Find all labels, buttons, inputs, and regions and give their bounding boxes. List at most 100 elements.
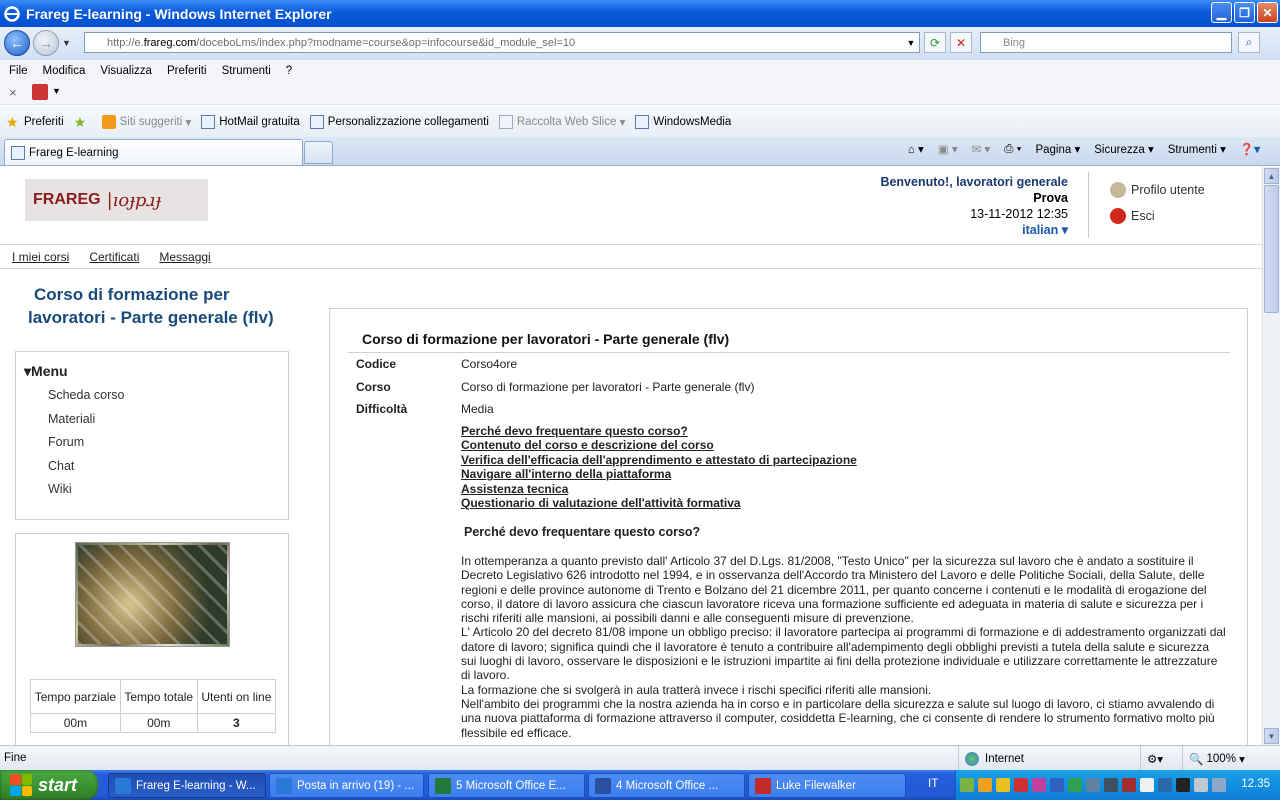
close-toolbar-icon[interactable]: × [9,85,17,100]
task-posta[interactable]: Posta in arrivo (19) - ... [269,773,424,798]
search-icon[interactable]: ⌕ [1238,32,1260,53]
web-page: FRAREG |ıoɟpɹɟ Benvenuto!, lavoratori ge… [0,167,1262,745]
search-input[interactable]: Bing [980,32,1232,53]
add-favorite-button[interactable]: ★ [74,115,92,129]
addon-icon[interactable] [32,84,48,100]
network-icon[interactable] [1050,778,1064,792]
vertical-scrollbar[interactable]: ▲ ▼ [1262,167,1280,745]
tray-icon[interactable] [1104,778,1118,792]
menu-item-chat[interactable]: Chat [48,459,74,473]
tray-icon[interactable] [960,778,974,792]
tray-icon[interactable] [1176,778,1190,792]
maximize-button[interactable]: ❐ [1234,2,1255,23]
task-excel[interactable]: 5 Microsoft Office E... [428,773,585,798]
task-word[interactable]: 4 Microsoft Office ... [588,773,745,798]
print-icon[interactable]: ⎙ ▾ [1004,143,1021,156]
menu-preferiti[interactable]: Preferiti [167,65,207,77]
language-selector[interactable]: italian ▾ [840,222,1068,238]
language-indicator[interactable]: IT [928,778,938,790]
user-links: Profilo utente Esci [1110,177,1205,229]
link-perche[interactable]: Perché devo frequentare questo corso? [461,424,857,438]
menu-item-scheda-corso[interactable]: Scheda corso [48,388,124,402]
course-menu: ▾Menu Scheda corso Materiali Forum Chat … [15,351,289,520]
tray-icon[interactable] [1086,778,1100,792]
fav-suggested-sites[interactable]: Siti suggeriti ▾ [101,114,191,129]
forward-button[interactable]: → [33,30,59,56]
stat-header: Utenti on line [196,679,277,714]
logout-link[interactable]: Esci [1110,203,1205,229]
tray-icon[interactable] [1014,778,1028,792]
ie-page-icon [11,145,25,160]
window-title-bar[interactable]: Frareg E-learning - Windows Internet Exp… [0,0,1280,27]
tools-menu[interactable]: Strumenti ▾ [1168,142,1226,156]
menu-item-materiali[interactable]: Materiali [48,412,95,426]
scroll-down-icon[interactable]: ▼ [1264,728,1279,744]
fav-hotmail[interactable]: HotMail gratuita [201,114,300,129]
frareg-logo[interactable]: FRAREG |ıoɟpɹɟ [25,179,208,221]
home-icon[interactable]: ⌂ ▾ [908,142,924,156]
clock[interactable]: 12.35 [1241,778,1270,790]
stop-icon[interactable]: ✕ [950,32,972,53]
field-key: Codice [356,357,397,371]
back-button[interactable]: ← [4,30,30,56]
favorites-button[interactable]: ★ Preferiti [6,115,64,129]
favorites-label: Preferiti [24,115,64,128]
tray-icon[interactable] [978,778,992,792]
security-menu[interactable]: Sicurezza ▾ [1094,142,1153,156]
tab-frareg[interactable]: Frareg E-learning [4,139,303,165]
feeds-icon[interactable]: ▣ ▾ [938,142,958,156]
task-frareg[interactable]: Frareg E-learning - W... [108,773,266,798]
zoom-control[interactable]: 🔍 100% ▾ [1182,746,1262,771]
task-luke[interactable]: Luke Filewalker [748,773,906,798]
menu-visualizza[interactable]: Visualizza [100,65,152,77]
tray-icon[interactable] [1158,778,1172,792]
addon-dropdown-icon[interactable]: ▼ [52,86,61,96]
scroll-up-icon[interactable]: ▲ [1264,168,1279,184]
menu-modifica[interactable]: Modifica [43,65,86,77]
tray-icon[interactable] [1122,778,1136,792]
ie-page-icon [635,114,650,129]
refresh-icon[interactable]: ⟳ [924,32,946,53]
tray-icon[interactable] [1068,778,1082,792]
nav-my-courses[interactable]: I miei corsi [12,250,69,264]
help-icon[interactable]: ❓▾ [1240,142,1260,156]
address-field[interactable]: http://e. frareg.com/doceboLms/index.php?… [84,32,920,53]
new-tab-button[interactable] [304,141,333,164]
minimize-button[interactable]: ▁ [1211,2,1232,23]
ie-page-icon [309,114,324,129]
link-navigare[interactable]: Navigare all'interno della piattaforma [461,467,857,481]
menu-header[interactable]: ▾Menu [24,363,68,380]
page-menu[interactable]: Pagina ▾ [1035,142,1080,156]
nav-certificates[interactable]: Certificati [89,250,139,264]
menu-item-forum[interactable]: Forum [48,435,84,449]
link-contenuto[interactable]: Contenuto del corso e descrizione del co… [461,438,857,452]
menu-help[interactable]: ? [286,65,292,77]
start-button[interactable]: start [0,770,98,800]
tray-icon[interactable] [1140,778,1154,792]
menu-file[interactable]: File [9,65,28,77]
scroll-thumb[interactable] [1264,185,1279,313]
tray-icon[interactable] [1212,778,1226,792]
fav-web-slice[interactable]: Raccolta Web Slice ▾ [498,114,625,129]
menu-strumenti[interactable]: Strumenti [222,65,271,77]
task-label: Posta in arrivo (19) - ... [297,779,414,792]
search-placeholder: Bing [1003,36,1026,49]
link-questionario[interactable]: Questionario di valutazione dell'attivit… [461,496,857,510]
tray-icon[interactable] [1032,778,1046,792]
mail-icon[interactable]: ✉ ▾ [972,142,991,156]
url-dropdown-icon[interactable]: ▼ [903,32,919,53]
link-verifica[interactable]: Verifica dell'efficacia dell'apprendimen… [461,453,857,467]
fav-windowsmedia[interactable]: WindowsMedia [635,114,731,129]
protected-mode-icon[interactable]: ⚙▾ [1140,746,1180,771]
fav-personalizzazione[interactable]: Personalizzazione collegamenti [309,114,489,129]
nav-messages[interactable]: Messaggi [159,250,210,264]
profile-link[interactable]: Profilo utente [1110,177,1205,203]
body-paragraph: Nell'ambito dei programmi che la nostra … [461,696,1215,740]
menu-item-wiki[interactable]: Wiki [48,482,72,496]
link-assistenza[interactable]: Assistenza tecnica [461,482,857,496]
close-button[interactable]: ✕ [1257,2,1278,23]
history-dropdown-icon[interactable]: ▼ [62,38,71,48]
shield-icon[interactable] [996,778,1010,792]
zone-indicator[interactable]: Internet [958,746,1138,771]
printer-icon[interactable] [1194,778,1208,792]
